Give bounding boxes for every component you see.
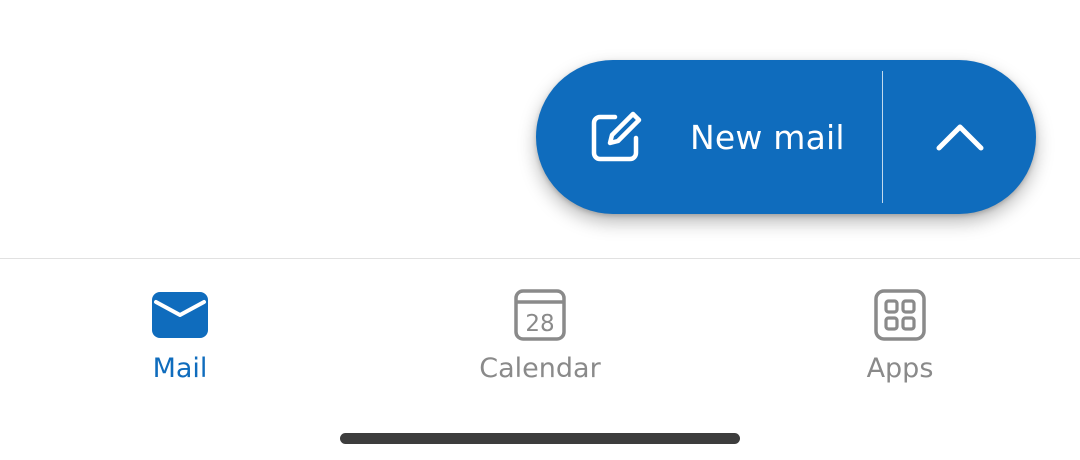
new-mail-label: New mail — [690, 117, 845, 157]
chevron-up-icon — [936, 124, 983, 151]
bottom-navigation: Mail 28 Calendar Apps — [0, 259, 1080, 409]
compose-icon — [588, 109, 644, 165]
tab-apps[interactable]: Apps — [720, 259, 1080, 409]
screen: New mail Mail 28 Calendar Apps — [0, 0, 1080, 460]
apps-grid-icon — [870, 289, 930, 341]
new-mail-button[interactable]: New mail — [536, 60, 882, 214]
calendar-icon: 28 — [510, 289, 570, 341]
tab-calendar[interactable]: 28 Calendar — [360, 259, 720, 409]
mail-icon — [150, 289, 210, 341]
tab-mail-label: Mail — [152, 353, 208, 384]
home-indicator[interactable] — [340, 433, 740, 444]
expand-button[interactable] — [883, 60, 1036, 214]
calendar-day-number: 28 — [525, 311, 554, 337]
tab-calendar-label: Calendar — [479, 353, 601, 384]
new-mail-fab: New mail — [536, 60, 1036, 214]
tab-mail[interactable]: Mail — [0, 259, 360, 409]
tab-apps-label: Apps — [866, 353, 934, 384]
